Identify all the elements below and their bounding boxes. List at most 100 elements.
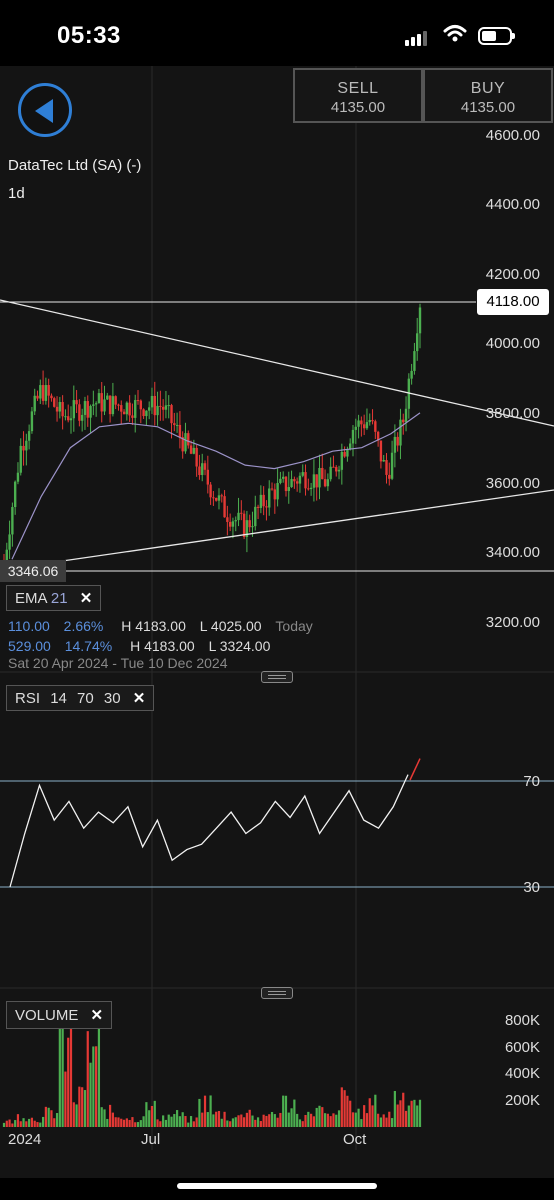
candle-body xyxy=(276,482,279,500)
ema-indicator-chip[interactable]: EMA 21 ✕ xyxy=(6,585,102,611)
volume-bar xyxy=(321,1107,324,1127)
volume-bar xyxy=(178,1116,181,1127)
back-button[interactable] xyxy=(18,83,72,137)
pane-resize-handle[interactable] xyxy=(261,987,293,999)
close-icon[interactable]: ✕ xyxy=(133,690,146,707)
period-label[interactable]: 1d xyxy=(8,185,25,202)
volume-bar xyxy=(368,1098,371,1127)
candle-body xyxy=(189,445,193,454)
low-value: L 3324.00 xyxy=(208,638,271,654)
candle-body xyxy=(304,472,307,489)
candle-body xyxy=(134,400,137,418)
price-tick: 4600.00 xyxy=(485,127,540,144)
volume-bar xyxy=(388,1111,391,1127)
volume-bar xyxy=(83,1090,87,1127)
volume-bar xyxy=(39,1122,42,1127)
volume-bar xyxy=(145,1102,148,1127)
candle-body xyxy=(374,421,377,432)
volume-bar xyxy=(256,1117,260,1127)
candle-body xyxy=(301,472,304,476)
candle-body xyxy=(36,395,39,399)
volume-bar xyxy=(351,1112,355,1127)
candle-body xyxy=(385,460,388,475)
volume-bar xyxy=(379,1117,383,1127)
volume-bar xyxy=(159,1121,162,1127)
home-indicator[interactable] xyxy=(177,1183,377,1189)
candle-body xyxy=(231,521,235,527)
volume-bar xyxy=(25,1121,28,1127)
candle-body xyxy=(150,395,154,408)
volume-bar xyxy=(329,1116,332,1127)
volume-bar xyxy=(170,1116,173,1127)
volume-bar xyxy=(75,1104,78,1127)
volume-bar xyxy=(136,1122,140,1127)
price-tick: 4200.00 xyxy=(485,266,540,283)
candle-body xyxy=(203,463,207,470)
price-tick: 3200.00 xyxy=(485,614,540,631)
candle-body xyxy=(136,400,140,402)
candle-body xyxy=(147,407,151,411)
candle-body xyxy=(402,419,405,423)
volume-bar xyxy=(248,1109,251,1127)
candle-body xyxy=(114,396,117,405)
volume-bar xyxy=(108,1104,112,1127)
candle-body xyxy=(354,426,357,430)
volume-bar xyxy=(301,1121,304,1127)
candle-body xyxy=(145,410,148,417)
volume-bar xyxy=(343,1090,346,1127)
close-icon[interactable]: ✕ xyxy=(91,1007,104,1024)
rsi-indicator-chip[interactable]: RSI 14 70 30 ✕ xyxy=(6,685,155,711)
candle-body xyxy=(83,401,87,415)
volume-bar xyxy=(346,1095,349,1127)
rsi-param: 30 xyxy=(103,690,121,707)
volume-bar xyxy=(326,1113,329,1127)
buy-button[interactable]: BUY 4135.00 xyxy=(423,68,553,123)
volume-bar xyxy=(385,1117,388,1127)
candle-body xyxy=(27,431,31,441)
volume-bar xyxy=(55,1113,59,1127)
volume-bar xyxy=(293,1099,296,1127)
candle-body xyxy=(33,395,36,412)
volume-bar xyxy=(223,1111,226,1127)
volume-bar xyxy=(215,1111,218,1127)
info-row-range: 529.00 14.74% H 4183.00 L 3324.00 xyxy=(8,638,270,654)
volume-bar xyxy=(416,1105,419,1127)
candle-body xyxy=(75,400,78,405)
candle-body xyxy=(122,411,126,415)
close-icon[interactable]: ✕ xyxy=(80,590,93,607)
price-tick: 4000.00 xyxy=(485,335,540,352)
volume-bar xyxy=(354,1112,357,1127)
candle-body xyxy=(167,405,170,407)
volume-indicator-chip[interactable]: VOLUME ✕ xyxy=(6,1001,113,1029)
candle-body xyxy=(19,445,22,473)
candle-body xyxy=(209,484,212,498)
volume-bar xyxy=(11,1123,14,1127)
volume-bar xyxy=(307,1111,310,1127)
candle-body xyxy=(234,520,237,522)
volume-bar xyxy=(312,1116,316,1127)
volume-bar xyxy=(399,1100,402,1127)
change-value: 529.00 xyxy=(8,638,51,654)
volume-bar xyxy=(237,1115,240,1127)
volume-bar xyxy=(142,1116,145,1127)
volume-bar xyxy=(240,1114,243,1127)
candle-body xyxy=(240,512,243,514)
candle-body xyxy=(50,395,53,399)
candle-body xyxy=(351,429,355,444)
volume-label: VOLUME xyxy=(15,1007,79,1024)
low-price-tag: 3346.06 xyxy=(0,560,66,582)
volume-bar xyxy=(2,1122,6,1127)
rsi-param: 70 xyxy=(77,690,94,707)
rsi-overbought-segment xyxy=(409,758,421,781)
candle-body xyxy=(92,404,95,406)
candle-body xyxy=(287,487,290,492)
volume-bar xyxy=(323,1113,327,1127)
pane-resize-handle[interactable] xyxy=(261,671,293,683)
candle-body xyxy=(30,411,34,432)
volume-bar xyxy=(92,1046,95,1127)
sell-button[interactable]: SELL 4135.00 xyxy=(293,68,423,123)
candle-body xyxy=(340,451,344,470)
volume-bar xyxy=(14,1120,17,1127)
candle-body xyxy=(323,479,327,487)
candle-body xyxy=(178,424,182,438)
